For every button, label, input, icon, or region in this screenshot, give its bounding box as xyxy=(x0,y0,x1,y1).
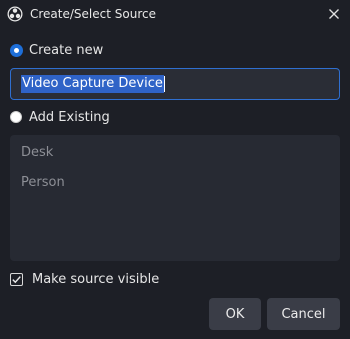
create-new-radio[interactable] xyxy=(11,44,22,56)
existing-sources-list[interactable]: Desk Person xyxy=(10,135,340,261)
source-name-value: Video Capture Device xyxy=(21,75,164,93)
add-existing-radio-option[interactable]: Add Existing xyxy=(10,108,110,126)
source-name-input[interactable]: Video Capture Device xyxy=(10,68,340,100)
window-title: Create/Select Source xyxy=(30,7,156,21)
close-button[interactable] xyxy=(322,2,346,26)
make-source-visible-checkbox[interactable] xyxy=(10,272,23,286)
cancel-button[interactable]: Cancel xyxy=(267,298,340,330)
create-select-source-dialog: Create/Select Source Create new Video Ca… xyxy=(0,0,350,339)
list-item[interactable]: Desk xyxy=(10,141,340,171)
obs-logo-icon xyxy=(7,6,23,22)
ok-button[interactable]: OK xyxy=(209,298,261,330)
title-bar: Create/Select Source xyxy=(0,0,350,28)
checkmark-icon xyxy=(12,275,21,283)
make-source-visible-label: Make source visible xyxy=(32,271,160,287)
text-caret xyxy=(163,76,165,92)
close-icon xyxy=(329,9,339,19)
create-new-label: Create new xyxy=(29,42,104,58)
list-item[interactable]: Person xyxy=(10,171,340,201)
create-new-radio-option[interactable]: Create new xyxy=(10,41,103,59)
add-existing-label: Add Existing xyxy=(29,109,110,125)
make-source-visible-option[interactable]: Make source visible xyxy=(10,270,159,288)
add-existing-radio[interactable] xyxy=(10,111,22,123)
